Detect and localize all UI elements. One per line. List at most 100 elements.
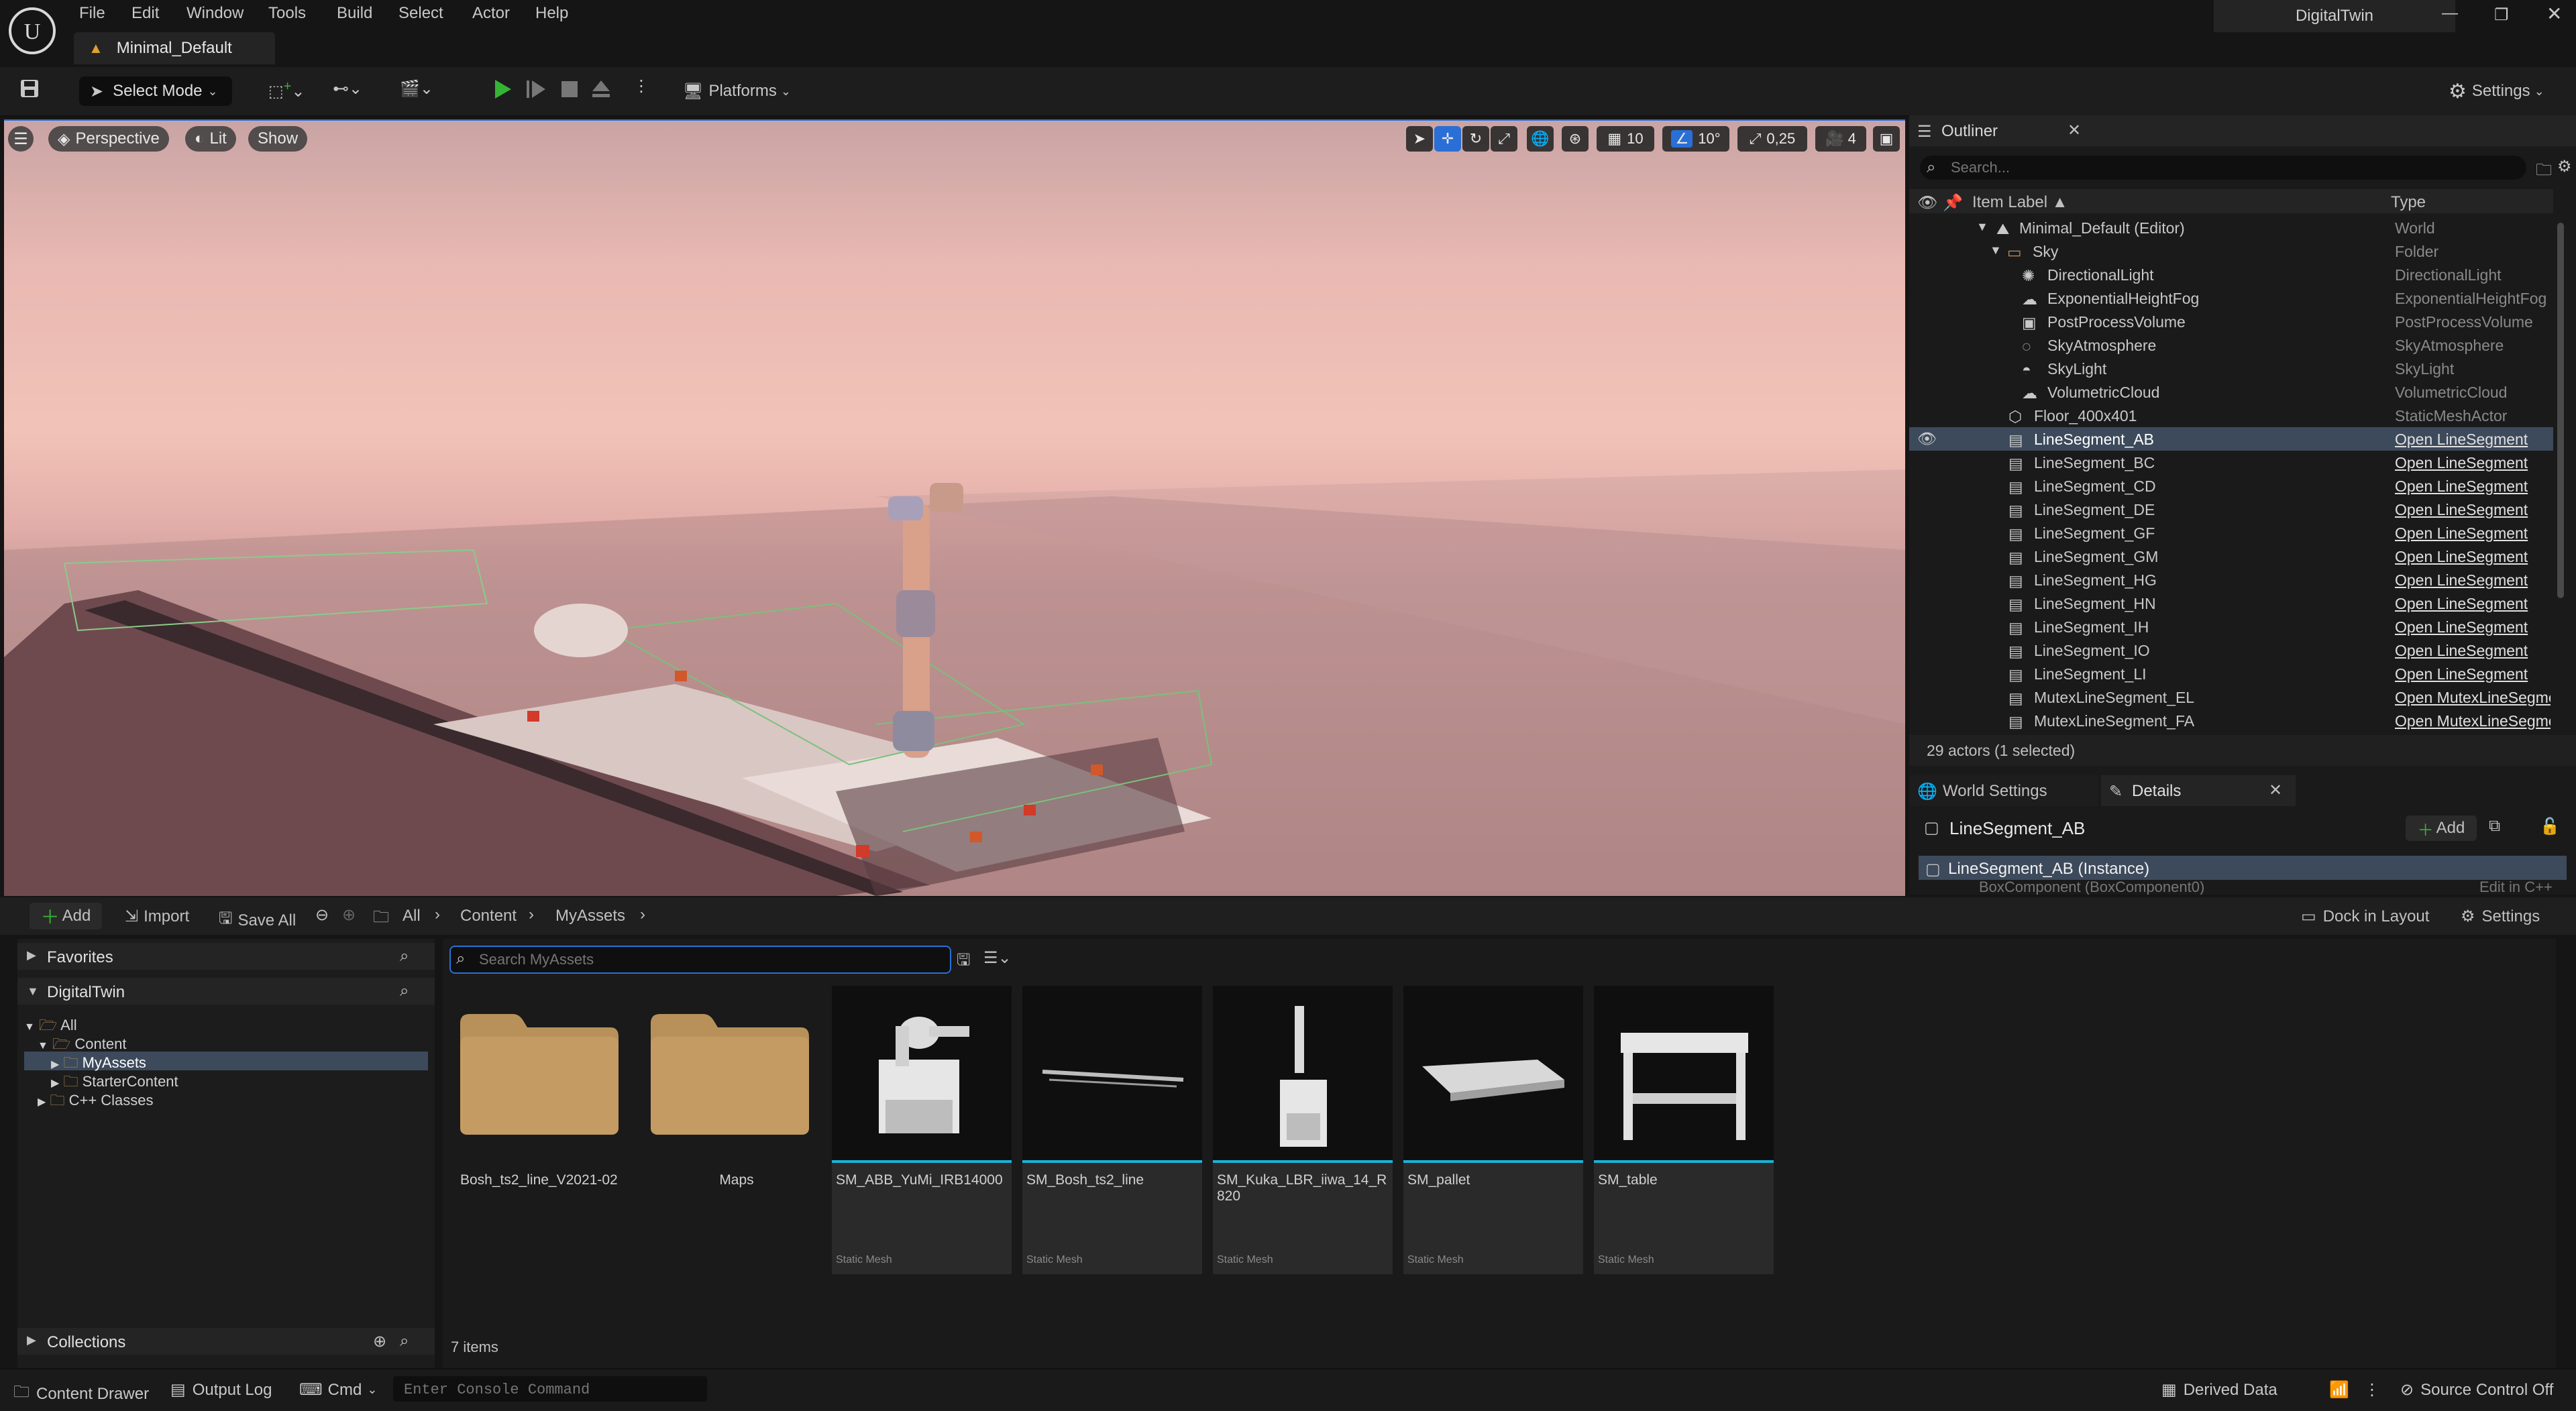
asset-tile[interactable]: SM_Bosh_ts2_line Static Mesh: [1022, 986, 1202, 1274]
lit-button[interactable]: ◐ Lit: [185, 126, 236, 152]
outliner-row[interactable]: ▤ LineSegment_GM Open LineSegment: [1909, 545, 2553, 568]
outliner-row[interactable]: ▤ LineSegment_BC Open LineSegment: [1909, 451, 2553, 474]
outliner-row[interactable]: ☁ VolumetricCloud VolumetricCloud: [1909, 380, 2553, 404]
rotate-tool-icon[interactable]: ↻: [1462, 126, 1489, 152]
outliner-scrollbar[interactable]: [2557, 223, 2564, 598]
cmd-dropdown[interactable]: ⌨ Cmd ⌄: [299, 1380, 377, 1400]
row-type-link[interactable]: Open LineSegment: [2395, 477, 2551, 496]
menu-actor[interactable]: Actor: [472, 4, 510, 23]
viewport-menu-button[interactable]: ☰: [8, 126, 34, 152]
menu-build[interactable]: Build: [337, 4, 372, 23]
layout-icon[interactable]: ▣: [1873, 126, 1900, 152]
level-viewport[interactable]: ☰ ◈ Perspective ◐ Lit Show ➤ ✛ ↻ ⤢ 🌐 ⊛ ▦…: [4, 119, 1905, 896]
row-type-link[interactable]: Open LineSegment: [2395, 665, 2551, 683]
blueprint-icon[interactable]: ⊷⌄: [333, 79, 362, 109]
close-tab-icon[interactable]: ✕: [2269, 781, 2282, 800]
menu-tools[interactable]: Tools: [268, 4, 306, 23]
row-type-link[interactable]: Open LineSegment: [2395, 524, 2551, 543]
show-button[interactable]: Show: [248, 126, 308, 152]
folder-tile[interactable]: Maps: [647, 986, 826, 1274]
save-icon[interactable]: [19, 78, 40, 107]
row-type-link[interactable]: Open LineSegment: [2395, 595, 2551, 613]
stop-icon[interactable]: [559, 79, 580, 109]
add-component-button[interactable]: ＋ Add: [2406, 815, 2477, 841]
camera-speed-button[interactable]: 🎥 4: [1815, 126, 1866, 152]
rotation-snap-button[interactable]: ∠ 10°: [1662, 126, 1729, 152]
outliner-search-box[interactable]: ⌕: [1920, 156, 2526, 180]
translate-tool-icon[interactable]: ✛: [1434, 126, 1461, 152]
edit-in-cpp-link[interactable]: Edit in C++: [2479, 881, 2553, 895]
map-tab[interactable]: ▲ Minimal_Default: [74, 32, 275, 64]
outliner-row[interactable]: ✺ DirectionalLight DirectionalLight: [1909, 263, 2553, 286]
step-icon[interactable]: [525, 78, 547, 107]
eject-icon[interactable]: [590, 78, 612, 107]
visibility-eye-icon[interactable]: 👁: [1917, 430, 1937, 448]
pin-column-icon[interactable]: 📌: [1943, 193, 1963, 213]
minimize-icon[interactable]: —: [2442, 4, 2458, 23]
menu-help[interactable]: Help: [535, 4, 568, 23]
tree-item-content[interactable]: ▼ 🗁 Content: [38, 1033, 126, 1052]
collapse-arrow-icon[interactable]: ▼: [1990, 243, 2002, 258]
asset-tile[interactable]: SM_Kuka_LBR_iiwa_14_R820 Static Mesh: [1213, 986, 1393, 1274]
breadcrumb-myassets[interactable]: MyAssets: [555, 907, 625, 925]
outliner-row[interactable]: ◓ SkyLight SkyLight: [1909, 357, 2553, 380]
instance-row[interactable]: ▢ LineSegment_AB (Instance): [1919, 856, 2567, 880]
outliner-row[interactable]: ▼ ⛰ Minimal_Default (Editor) World: [1909, 216, 2553, 239]
row-type-link[interactable]: Open MutexLineSegme: [2395, 712, 2551, 730]
breadcrumb-content[interactable]: Content: [460, 907, 517, 925]
outliner-row[interactable]: ▤ MutexLineSegment_FA Open MutexLineSegme: [1909, 709, 2553, 732]
component-row[interactable]: BoxComponent (BoxComponent0) Edit in C++: [1919, 881, 2567, 895]
close-tab-icon[interactable]: ✕: [2068, 121, 2081, 140]
select-mode-dropdown[interactable]: ➤ Select Mode ⌄: [79, 76, 232, 106]
console-input[interactable]: [402, 1379, 700, 1400]
outliner-row[interactable]: ▣ PostProcessVolume PostProcessVolume: [1909, 310, 2553, 333]
outliner-search-input[interactable]: [1949, 157, 2516, 178]
asset-tile[interactable]: SM_pallet Static Mesh: [1403, 986, 1583, 1274]
outliner-row[interactable]: ▤ LineSegment_IO Open LineSegment: [1909, 638, 2553, 662]
console-box[interactable]: [393, 1376, 707, 1402]
row-type-link[interactable]: Open LineSegment: [2395, 642, 2551, 660]
perspective-button[interactable]: ◈ Perspective: [48, 126, 169, 152]
outliner-row[interactable]: ▤ LineSegment_IH Open LineSegment: [1909, 615, 2553, 638]
output-log-button[interactable]: ▤ Output Log: [170, 1380, 272, 1400]
menu-file[interactable]: File: [79, 4, 105, 23]
row-type-link[interactable]: Open LineSegment: [2395, 571, 2551, 589]
row-type-link[interactable]: Open LineSegment: [2395, 548, 2551, 566]
row-type-link[interactable]: Open LineSegment: [2395, 618, 2551, 636]
scale-snap-button[interactable]: ⤢ 0,25: [1737, 126, 1807, 152]
search-icon[interactable]: ⌕: [400, 947, 409, 966]
outliner-row[interactable]: ▤ LineSegment_CD Open LineSegment: [1909, 474, 2553, 498]
world-space-icon[interactable]: 🌐: [1527, 126, 1554, 152]
play-icon[interactable]: [491, 78, 514, 107]
filter-icon[interactable]: ☰⌄: [983, 948, 1012, 968]
asset-tile[interactable]: SM_ABB_YuMi_IRB14000 Static Mesh: [832, 986, 1012, 1274]
tree-item-startercontent[interactable]: ▶ 🗀 StarterContent: [51, 1070, 178, 1090]
surface-snap-icon[interactable]: ⊛: [1562, 126, 1589, 152]
breadcrumb-all[interactable]: All: [402, 907, 421, 925]
outliner-settings-icon[interactable]: ⚙: [2557, 157, 2572, 176]
item-label-header[interactable]: Item Label ▲: [1972, 193, 2068, 212]
search-icon[interactable]: ⌕: [400, 982, 409, 1001]
outliner-row[interactable]: ▼ ▭ Sky Folder: [1909, 239, 2553, 263]
restore-icon[interactable]: ❐: [2494, 5, 2509, 25]
scale-tool-icon[interactable]: ⤢: [1491, 126, 1517, 152]
save-search-icon[interactable]: 🖫: [957, 948, 970, 976]
outliner-row[interactable]: ▤ LineSegment_DE Open LineSegment: [1909, 498, 2553, 521]
outliner-row[interactable]: ▤ LineSegment_LI Open LineSegment: [1909, 662, 2553, 685]
more-options-icon[interactable]: ⋮: [633, 76, 649, 106]
content-drawer-button[interactable]: 🗀 Content Drawer: [13, 1380, 149, 1408]
add-folder-icon[interactable]: 🗀: [2536, 158, 2552, 186]
grid-snap-button[interactable]: ▦ 10: [1597, 126, 1654, 152]
source-control-button[interactable]: ⊘ Source Control Off: [2400, 1380, 2553, 1400]
add-collection-icon[interactable]: ⊕: [373, 1332, 386, 1351]
favorites-header[interactable]: ▶ Favorites ⌕: [17, 943, 435, 970]
tree-item-all[interactable]: ▼ 🗁 All: [24, 1014, 77, 1033]
project-header[interactable]: ▼ DigitalTwin ⌕: [17, 978, 435, 1005]
unreal-engine-logo[interactable]: U: [7, 5, 60, 59]
outliner-row[interactable]: ⬡ Floor_400x401 StaticMeshActor: [1909, 404, 2553, 427]
blueprint-options-icon[interactable]: ⧉: [2489, 817, 2500, 836]
row-type-link[interactable]: Open LineSegment: [2395, 454, 2551, 472]
outliner-tab[interactable]: ☰ Outliner ✕: [1909, 115, 2576, 146]
type-header[interactable]: Type: [2391, 193, 2426, 212]
visibility-column-icon[interactable]: 👁: [1917, 193, 1937, 213]
